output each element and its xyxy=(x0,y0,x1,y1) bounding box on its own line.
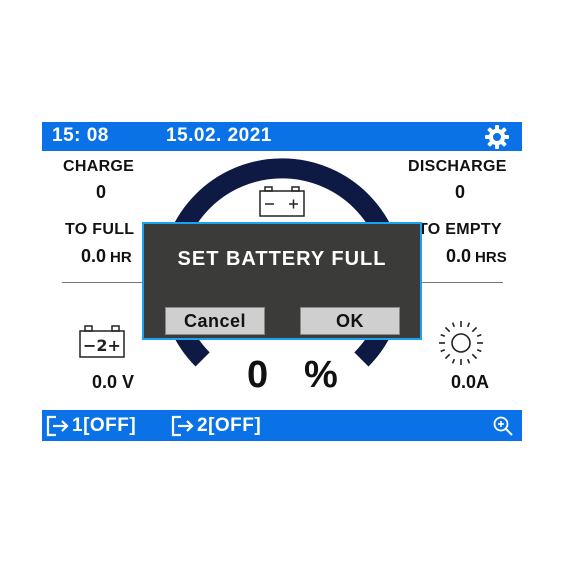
output-2-label: 2[OFF] xyxy=(197,415,262,436)
ok-button[interactable]: OK xyxy=(300,307,400,335)
to-empty-number: 0.0 xyxy=(446,246,472,266)
output-arrow-icon xyxy=(171,415,194,437)
current-value: 0.0A xyxy=(451,372,490,392)
device-screen: 15: 08 15.02. 2021 CHARGE 0 DISCHARGE 0 … xyxy=(42,122,522,441)
bottom-output-bar: 1[OFF] 2[OFF] xyxy=(42,410,522,441)
charge-label: CHARGE xyxy=(63,158,135,175)
discharge-label: DISCHARGE xyxy=(408,158,507,175)
discharge-value: 0 xyxy=(455,182,466,202)
to-empty-label: TO EMPTY xyxy=(418,221,502,238)
output-2-toggle[interactable]: 2[OFF] xyxy=(171,414,261,438)
to-empty-value: 0.0 HRS xyxy=(446,246,507,267)
gear-icon[interactable] xyxy=(484,124,510,150)
sun-icon xyxy=(439,321,483,365)
clock-date: 15.02. 2021 xyxy=(166,125,272,146)
output-1-toggle[interactable]: 1[OFF] xyxy=(46,414,136,438)
zoom-in-icon[interactable] xyxy=(492,415,514,437)
set-battery-full-dialog: SET BATTERY FULL Cancel OK xyxy=(142,222,422,340)
battery-2-icon: −2+ xyxy=(78,325,126,359)
output-arrow-icon xyxy=(46,415,69,437)
to-full-label: TO FULL xyxy=(65,221,135,238)
to-full-value: 0.0 HR xyxy=(81,246,132,267)
battery-2-text: −2+ xyxy=(83,336,121,355)
clock-time: 15: 08 xyxy=(52,125,109,146)
battery-percent-value: 0 xyxy=(247,354,269,396)
voltage-value: 0.0 V xyxy=(92,372,135,392)
dialog-title: SET BATTERY FULL xyxy=(177,248,387,270)
to-full-unit: HR xyxy=(110,249,132,266)
cancel-button[interactable]: Cancel xyxy=(165,307,265,335)
to-full-number: 0.0 xyxy=(81,246,107,266)
percent-symbol: % xyxy=(304,354,338,396)
top-status-bar: 15: 08 15.02. 2021 xyxy=(42,122,522,151)
to-empty-unit: HRS xyxy=(475,249,507,266)
battery-icon xyxy=(259,186,305,217)
charge-value: 0 xyxy=(96,182,107,202)
output-1-label: 1[OFF] xyxy=(72,415,137,436)
